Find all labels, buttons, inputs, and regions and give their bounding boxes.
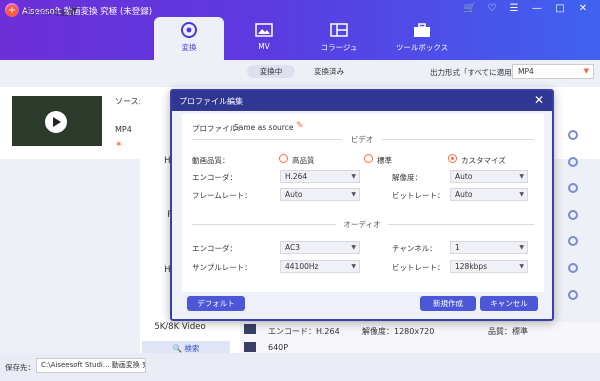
output-format-value: MP4	[518, 67, 534, 76]
chevron-down-icon: ▼	[519, 173, 524, 180]
quality-high-label[interactable]: 高品質	[292, 155, 315, 166]
framerate-label: フレームレート：	[192, 191, 252, 200]
feedback-icon[interactable]: ♡	[485, 3, 499, 14]
minimize-icon[interactable]: —	[530, 3, 544, 14]
format-icon	[244, 342, 256, 352]
channel-label: チャンネル：	[392, 244, 437, 253]
resolution-value: Auto	[455, 172, 473, 181]
close-icon[interactable]: ✕	[576, 3, 590, 14]
quality-label: 動画品質：	[192, 156, 230, 165]
add-file-button[interactable]: ファイルを追加	[23, 7, 76, 18]
bitrate-select[interactable]: Auto ▼	[450, 188, 528, 201]
search-icon: 🔍	[172, 344, 185, 353]
source-label: ソース:	[115, 97, 142, 106]
search-label: 検索	[184, 344, 200, 353]
convert-icon	[181, 22, 197, 38]
video-section-title: ビデオ	[342, 134, 382, 145]
profile-value: Same as source	[234, 123, 294, 132]
profile-edit-dialog: プロファイル編集 ✕ プロファイル： Same as source ✎ ビデオ …	[170, 89, 554, 321]
audio-bitrate-select[interactable]: 128kbps ▼	[450, 260, 528, 273]
chevron-down-icon: ▼	[583, 67, 589, 75]
samplerate-value: 44100Hz	[285, 262, 319, 271]
detail-quality: 品質：標準	[488, 327, 528, 336]
framerate-value: Auto	[285, 190, 303, 199]
tab-converted[interactable]: 変換済み	[305, 65, 353, 78]
format-label: MP4	[115, 125, 132, 134]
samplerate-label: サンプルレート：	[192, 263, 252, 272]
save-to-field[interactable]: C:\Aiseesoft Studi... 動画変換 究極\Converted	[36, 358, 146, 373]
encoder-select[interactable]: H.264 ▼	[280, 170, 360, 183]
chevron-down-icon: ▼	[351, 263, 356, 270]
chevron-down-icon: ▼	[519, 263, 524, 270]
chevron-down-icon: ▼	[519, 244, 524, 251]
encoder-value: H.264	[285, 172, 308, 181]
audio-encoder-label: エンコーダ：	[192, 244, 237, 253]
chevron-down-icon: ▼	[351, 191, 356, 198]
samplerate-select[interactable]: 44100Hz ▼	[280, 260, 360, 273]
gear-icon[interactable]	[568, 210, 578, 220]
gear-icon[interactable]	[568, 263, 578, 273]
output-format-select[interactable]: MP4 ▼	[512, 64, 594, 79]
gear-icon[interactable]	[568, 290, 578, 300]
create-new-button[interactable]: 新規作成	[420, 296, 476, 311]
tab-mv[interactable]: MV	[229, 17, 299, 60]
toolbox-icon	[414, 23, 430, 37]
preset-item[interactable]: 5K/8K Video	[130, 322, 230, 332]
tab-collage-label: コラージュ	[320, 43, 358, 52]
quality-standard-radio[interactable]	[364, 154, 373, 163]
detail-encoder: エンコード：H.264	[268, 327, 340, 336]
tab-toolbox-label: ツールボックス	[395, 43, 449, 52]
effect-icon[interactable]: ✶	[115, 140, 123, 150]
quality-custom-radio[interactable]	[448, 154, 457, 163]
gear-icon[interactable]	[568, 130, 578, 140]
audio-encoder-value: AC3	[285, 243, 301, 252]
dialog-title: プロファイル編集	[179, 97, 243, 106]
tab-toolbox[interactable]: ツールボックス	[379, 17, 465, 60]
audio-encoder-select[interactable]: AC3 ▼	[280, 241, 360, 254]
resolution-label: 解像度：	[392, 173, 422, 182]
detail-resolution: 解像度：1280x720	[362, 327, 435, 336]
tab-mv-label: MV	[258, 42, 270, 51]
gear-icon[interactable]	[568, 236, 578, 246]
cart-icon[interactable]: 🛒	[463, 3, 477, 14]
gear-icon[interactable]	[568, 157, 578, 167]
bitrate-label: ビットレート：	[392, 191, 445, 200]
output-format-label: 出力形式「すべてに適用」:	[430, 68, 522, 77]
tab-convert[interactable]: 変換	[154, 17, 224, 60]
quality-standard-label[interactable]: 標準	[377, 155, 392, 166]
add-file-icon[interactable]: +	[6, 5, 18, 17]
mv-icon	[255, 23, 273, 37]
tab-convert-label: 変換	[181, 43, 197, 52]
resolution-select[interactable]: Auto ▼	[450, 170, 528, 183]
chevron-down-icon[interactable]: ▼	[72, 6, 77, 14]
tab-collage[interactable]: コラージュ	[304, 17, 374, 60]
edit-icon[interactable]: ✎	[296, 121, 304, 131]
quality-custom-label[interactable]: カスタマイズ	[461, 155, 506, 166]
bitrate-value: Auto	[455, 190, 473, 199]
maximize-icon[interactable]: □	[553, 3, 567, 14]
tab-converting[interactable]: 変換中	[247, 65, 295, 78]
quality-high-radio[interactable]	[279, 154, 288, 163]
audio-bitrate-label: ビットレート：	[392, 263, 445, 272]
save-to-label: 保存先：	[5, 363, 35, 372]
menu-icon[interactable]: ☰	[507, 3, 521, 14]
chevron-down-icon: ▼	[519, 191, 524, 198]
close-icon[interactable]: ✕	[532, 93, 546, 107]
collage-icon	[330, 23, 348, 37]
channel-select[interactable]: 1 ▼	[450, 241, 528, 254]
format-icon	[244, 324, 256, 334]
chevron-down-icon: ▼	[351, 173, 356, 180]
gear-icon[interactable]	[568, 183, 578, 193]
audio-bitrate-value: 128kbps	[455, 262, 488, 271]
encoder-label: エンコーダ：	[192, 173, 237, 182]
channel-value: 1	[455, 243, 460, 252]
framerate-select[interactable]: Auto ▼	[280, 188, 360, 201]
detail-resolution-2: 640P	[268, 343, 289, 352]
audio-section-title: オーディオ	[336, 219, 388, 230]
play-icon[interactable]	[45, 111, 67, 133]
cancel-button[interactable]: キャンセル	[480, 296, 538, 311]
default-button[interactable]: デフォルト	[187, 296, 245, 311]
chevron-down-icon: ▼	[351, 244, 356, 251]
